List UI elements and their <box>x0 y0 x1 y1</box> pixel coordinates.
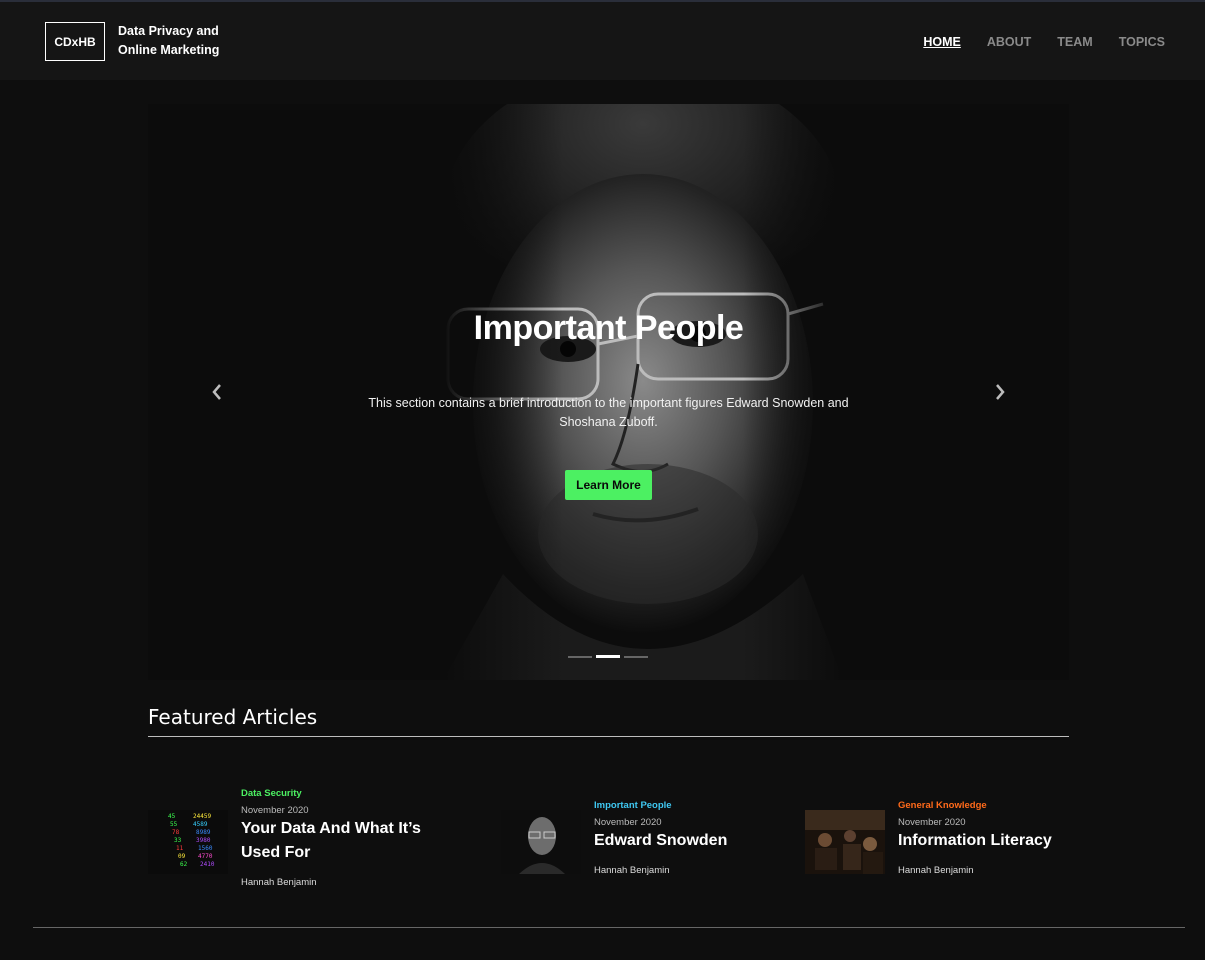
svg-text:45: 45 <box>168 813 176 820</box>
site-title-line1: Data Privacy and <box>118 24 219 38</box>
svg-text:33: 33 <box>174 837 182 844</box>
article-category[interactable]: Important People <box>594 800 672 811</box>
hero-carousel: Important People This section contains a… <box>148 104 1069 680</box>
main-nav: HOME ABOUT TEAM TOPICS <box>897 32 1165 54</box>
article-title[interactable]: Your Data And What It’s Used For <box>241 817 451 865</box>
site-title-line2: Online Marketing <box>118 43 220 57</box>
chevron-right-icon[interactable] <box>990 382 1010 402</box>
hero-title: Important People <box>473 309 744 347</box>
article-card[interactable]: 45 24459 55 4589 78 8989 33 3980 11 1560 09 47… <box>148 785 448 895</box>
nav-home[interactable]: HOME <box>923 32 961 54</box>
carousel-indicators <box>568 655 648 658</box>
svg-text:55: 55 <box>170 821 178 828</box>
carousel-indicator[interactable] <box>624 656 648 658</box>
featured-heading: Featured Articles <box>148 705 318 729</box>
hero-portrait-image <box>443 104 843 680</box>
nav-topics[interactable]: TOPICS <box>1119 32 1165 54</box>
svg-text:8989: 8989 <box>196 829 211 836</box>
svg-text:1560: 1560 <box>198 845 213 852</box>
svg-text:4770: 4770 <box>198 853 213 860</box>
article-category[interactable]: General Knowledge <box>898 800 987 811</box>
article-card[interactable]: Important People November 2020 Edward Sn… <box>501 797 791 887</box>
chevron-left-icon[interactable] <box>207 382 227 402</box>
top-navbar: CDxHB Data Privacy and Online Marketing … <box>0 0 1205 80</box>
article-thumbnail-information-literacy <box>805 810 885 874</box>
nav-about[interactable]: ABOUT <box>987 32 1031 54</box>
article-date: November 2020 <box>241 805 309 816</box>
article-title[interactable]: Information Literacy <box>898 829 1098 853</box>
article-date: November 2020 <box>898 817 966 828</box>
learn-more-button[interactable]: Learn More <box>565 470 652 500</box>
svg-text:09: 09 <box>178 853 186 860</box>
featured-divider <box>148 736 1069 737</box>
nav-team[interactable]: TEAM <box>1057 32 1092 54</box>
svg-text:78: 78 <box>172 829 180 836</box>
svg-text:3980: 3980 <box>196 837 211 844</box>
carousel-indicator[interactable] <box>568 656 592 658</box>
article-title[interactable]: Edward Snowden <box>594 829 794 853</box>
site-logo[interactable]: CDxHB <box>45 22 105 61</box>
article-author: Hannah Benjamin <box>241 877 317 888</box>
footer-divider <box>33 927 1185 928</box>
svg-text:11: 11 <box>176 845 184 852</box>
article-author: Hannah Benjamin <box>898 865 974 876</box>
article-title-line1: Your Data And What It’s <box>241 820 421 837</box>
carousel-indicator-active[interactable] <box>596 655 620 658</box>
svg-text:2410: 2410 <box>200 861 215 868</box>
article-thumbnail-edward-snowden <box>501 810 581 874</box>
svg-text:4589: 4589 <box>193 821 208 828</box>
article-title-line2: Used For <box>241 844 311 861</box>
svg-text:62: 62 <box>180 861 188 868</box>
svg-text:24459: 24459 <box>193 813 211 820</box>
site-title[interactable]: Data Privacy and Online Marketing <box>118 22 238 60</box>
article-thumbnail-data-security: 45 24459 55 4589 78 8989 33 3980 11 1560 09 47… <box>148 810 228 874</box>
article-category[interactable]: Data Security <box>241 788 302 799</box>
hero-description: This section contains a brief introducti… <box>368 396 849 429</box>
article-author: Hannah Benjamin <box>594 865 670 876</box>
article-card[interactable]: General Knowledge November 2020 Informat… <box>805 797 1095 887</box>
article-date: November 2020 <box>594 817 662 828</box>
